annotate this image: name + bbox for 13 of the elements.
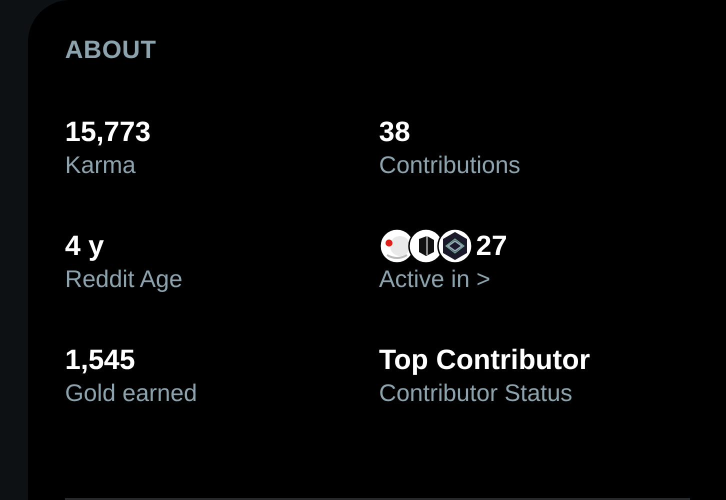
stat-label: Contributor Status <box>379 380 572 407</box>
stat-label: Gold earned <box>65 380 198 407</box>
stat-value: 15,773 <box>65 115 151 149</box>
stat-label: Karma <box>65 152 136 179</box>
active-in-link[interactable]: Active in > <box>379 264 490 296</box>
stat-value: 4 y <box>65 229 104 263</box>
stat-label: Reddit Age <box>65 266 182 293</box>
stat-value: 1,545 <box>65 343 136 377</box>
section-heading: ABOUT <box>65 35 158 66</box>
stat-value: 38 <box>379 115 410 149</box>
stat-value: Top Contributor <box>379 343 590 377</box>
stat-value: 27 <box>476 229 508 263</box>
stat-label: Contributions <box>379 152 520 179</box>
